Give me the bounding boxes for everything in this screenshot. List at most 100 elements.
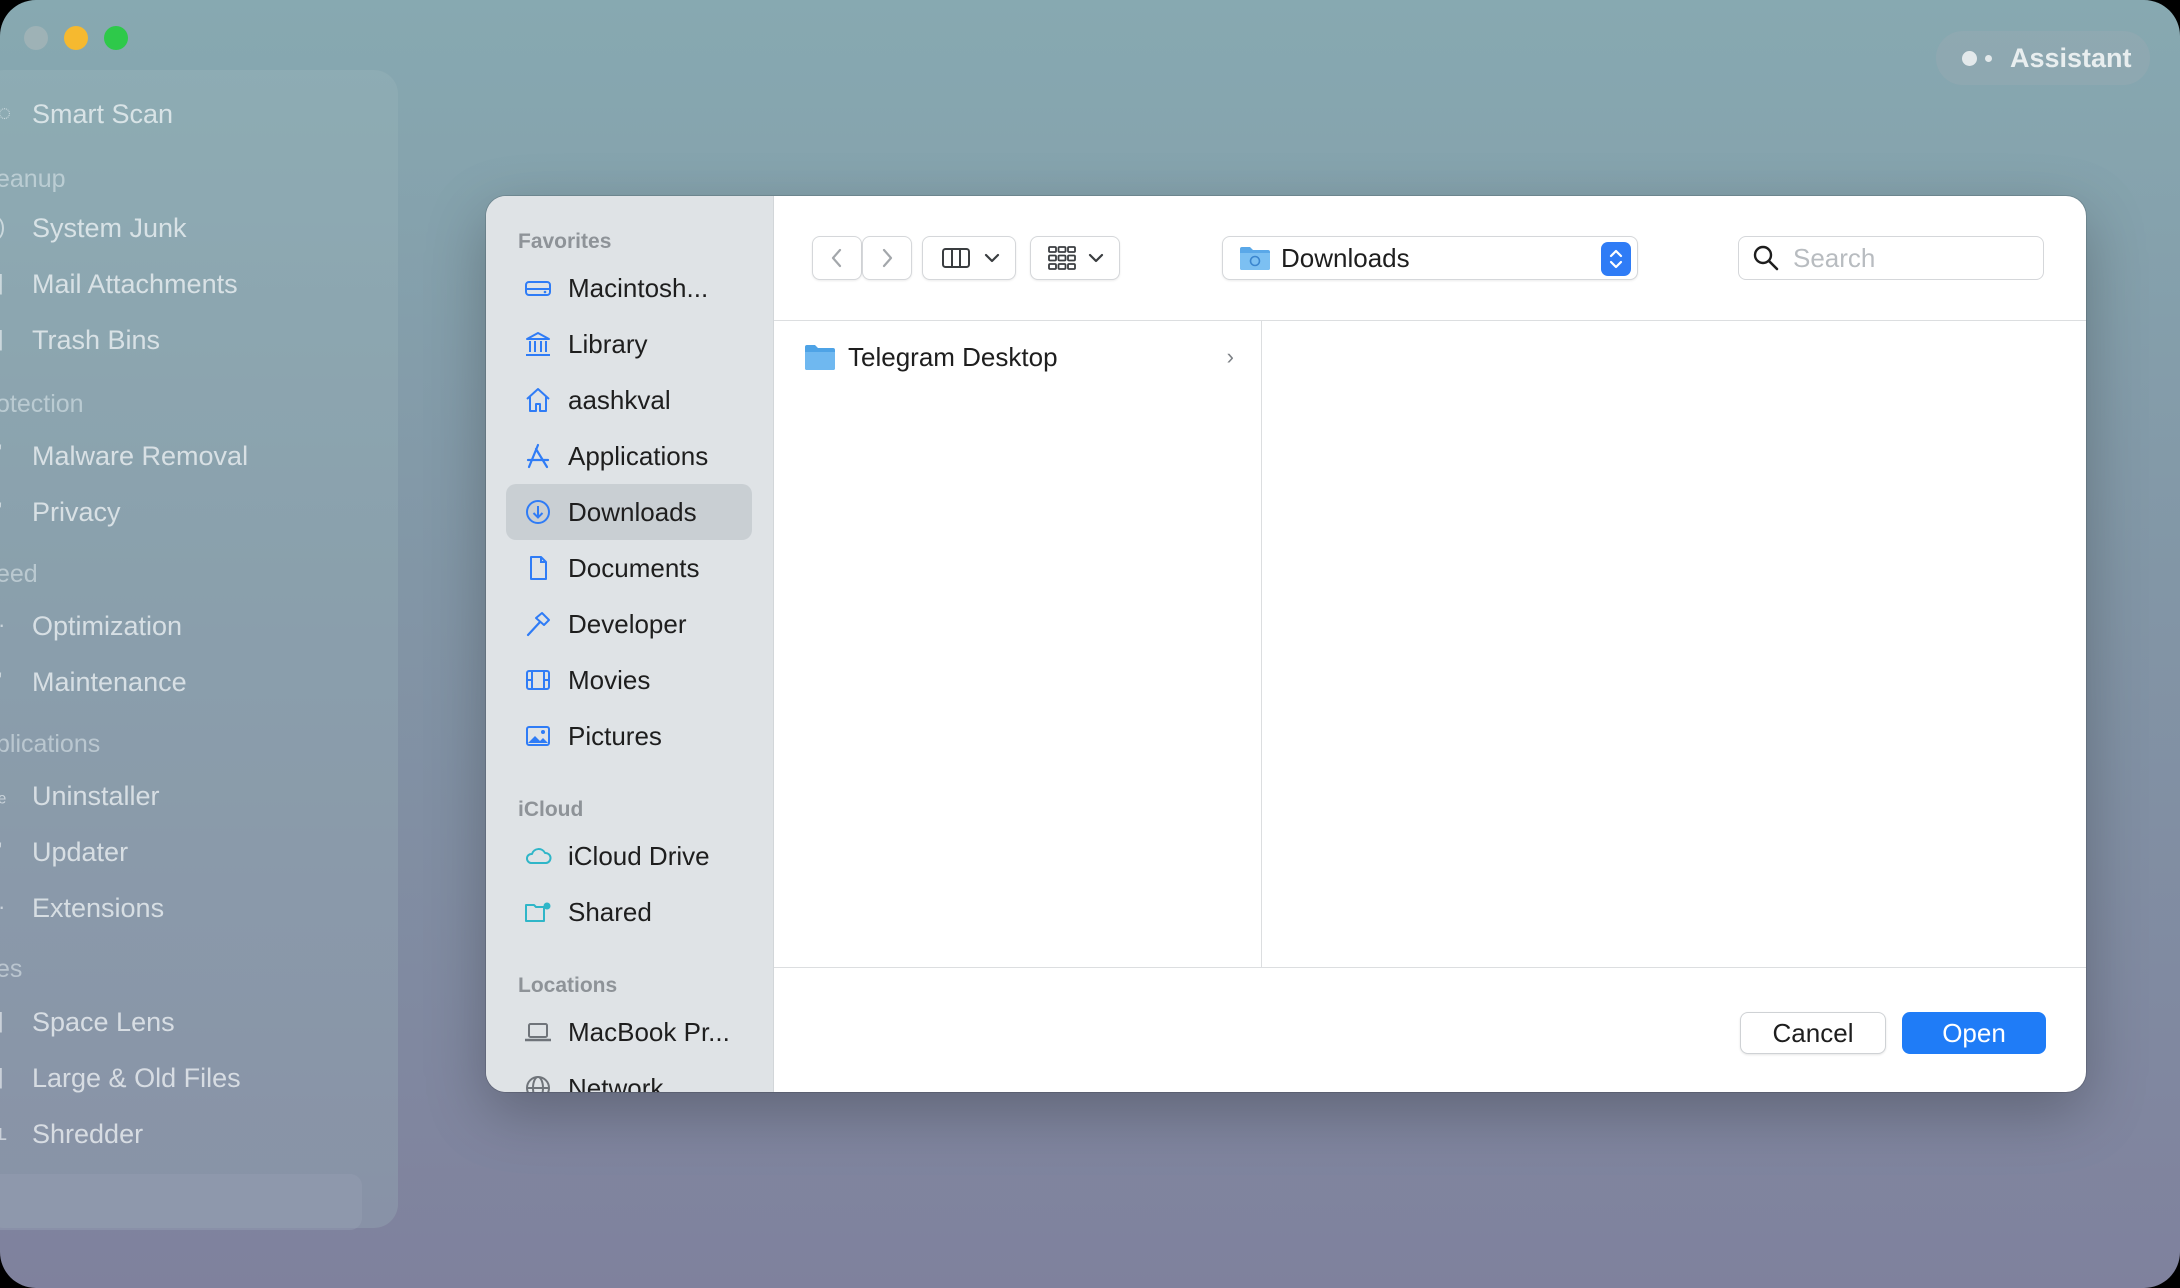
app-sidebar-item-malware-removal[interactable]: Malware Removal bbox=[32, 441, 248, 472]
space-lens-icon: | bbox=[0, 1008, 4, 1033]
cloud-icon bbox=[522, 840, 554, 872]
mail-attachments-icon: | bbox=[0, 270, 4, 295]
app-sidebar-section-applications: plications bbox=[0, 730, 101, 758]
sidebar-item-label: Network bbox=[568, 1072, 664, 1093]
downloads-folder-icon bbox=[1240, 247, 1270, 270]
chevron-right-icon: › bbox=[1226, 344, 1234, 369]
sidebar-item-label: Shared bbox=[568, 896, 652, 927]
chevron-down-icon bbox=[1088, 253, 1104, 263]
popup-stepper-icon bbox=[1601, 242, 1631, 276]
folder-icon bbox=[805, 345, 835, 370]
uninstaller-icon: ₑ bbox=[0, 782, 7, 807]
assistant-button[interactable]: Assistant bbox=[1936, 31, 2150, 85]
laptop-icon bbox=[522, 1016, 554, 1048]
sidebar-item-label: iCloud Drive bbox=[568, 840, 710, 871]
app-sidebar-item-maintenance[interactable]: Maintenance bbox=[32, 667, 187, 698]
applications-icon bbox=[522, 440, 554, 472]
assistant-label: Assistant bbox=[2010, 42, 2132, 73]
file-row-telegram-desktop[interactable]: Telegram Desktop › bbox=[804, 337, 1244, 377]
location-popup[interactable]: Downloads bbox=[1222, 236, 1638, 280]
sidebar-item-macbook[interactable]: MacBook Pr... bbox=[506, 1004, 752, 1060]
app-sidebar-item-mail-attachments[interactable]: Mail Attachments bbox=[32, 269, 238, 300]
sidebar-item-movies[interactable]: Movies bbox=[506, 652, 752, 708]
sidebar-item-applications[interactable]: Applications bbox=[506, 428, 752, 484]
shredder-icon: ʟ bbox=[0, 1120, 7, 1145]
app-sidebar-section-files: es bbox=[0, 955, 23, 983]
view-mode-button[interactable] bbox=[922, 236, 1016, 280]
app-sidebar-item-space-lens[interactable]: Space Lens bbox=[32, 1007, 175, 1038]
large-old-files-icon: | bbox=[0, 1064, 4, 1089]
sidebar-item-developer[interactable]: Developer bbox=[506, 596, 752, 652]
columns-view-icon bbox=[942, 248, 970, 268]
back-button[interactable] bbox=[812, 236, 862, 280]
sidebar-item-label: Documents bbox=[568, 552, 700, 583]
sidebar-item-label: Macintosh... bbox=[568, 272, 709, 303]
sidebar-item-shared[interactable]: Shared bbox=[506, 884, 752, 940]
window-controls bbox=[24, 26, 128, 50]
close-button[interactable] bbox=[24, 26, 48, 50]
sidebar-item-label: Applications bbox=[568, 440, 709, 471]
app-sidebar-item-large-old-files[interactable]: Large & Old Files bbox=[32, 1063, 241, 1094]
grid-icon bbox=[1048, 246, 1076, 270]
chevron-down-icon bbox=[984, 253, 1000, 263]
downloads-icon bbox=[522, 496, 554, 528]
chevron-right-icon bbox=[882, 248, 893, 268]
file-browser: Telegram Desktop › bbox=[774, 320, 2086, 968]
icloud-heading: iCloud bbox=[518, 798, 584, 821]
sidebar-item-label: Pictures bbox=[568, 720, 662, 751]
smart-scan-icon: ◌ bbox=[0, 100, 12, 125]
app-sidebar-item-extensions[interactable]: Extensions bbox=[32, 893, 164, 924]
app-sidebar-section-speed: eed bbox=[0, 560, 38, 588]
sidebar-item-home[interactable]: aashkval bbox=[506, 372, 752, 428]
sidebar-item-label: Library bbox=[568, 328, 648, 359]
sidebar-item-macintosh-hd[interactable]: Macintosh... bbox=[506, 260, 752, 316]
search-placeholder: Search bbox=[1793, 242, 1876, 273]
app-sidebar-item-privacy[interactable]: Privacy bbox=[32, 497, 121, 528]
sidebar-item-documents[interactable]: Documents bbox=[506, 540, 752, 596]
app-sidebar-item-smart-scan[interactable]: Smart Scan bbox=[32, 99, 173, 130]
open-button[interactable]: Open bbox=[1902, 1012, 2046, 1054]
sidebar-item-label: aashkval bbox=[568, 384, 671, 415]
locations-heading: Locations bbox=[518, 974, 618, 997]
group-by-button[interactable] bbox=[1030, 236, 1120, 280]
sidebar-item-label: Developer bbox=[568, 608, 687, 639]
chevron-left-icon bbox=[831, 248, 842, 268]
app-window: Assistant ◌ Smart Scan eanup ) System Ju… bbox=[0, 0, 2180, 1288]
globe-icon bbox=[522, 1072, 554, 1092]
document-icon bbox=[522, 552, 554, 584]
shared-folder-icon bbox=[522, 896, 554, 928]
sidebar-item-pictures[interactable]: Pictures bbox=[506, 708, 752, 764]
app-sidebar-section-protection: otection bbox=[0, 390, 84, 418]
sidebar-item-icloud-drive[interactable]: iCloud Drive bbox=[506, 828, 752, 884]
browser-column-1: Telegram Desktop › bbox=[774, 321, 1262, 967]
app-sidebar-item-updater[interactable]: Updater bbox=[32, 837, 128, 868]
search-icon bbox=[1753, 245, 1779, 271]
system-junk-icon: ) bbox=[0, 214, 5, 240]
malware-removal-icon: ' bbox=[0, 440, 2, 466]
search-field[interactable]: Search bbox=[1738, 236, 2044, 280]
hammer-icon bbox=[522, 608, 554, 640]
home-icon bbox=[522, 384, 554, 416]
cancel-button[interactable]: Cancel bbox=[1740, 1012, 1886, 1054]
app-sidebar-item-shredder[interactable]: Shredder bbox=[32, 1119, 143, 1150]
sidebar-item-library[interactable]: Library bbox=[506, 316, 752, 372]
app-sidebar-item-system-junk[interactable]: System Junk bbox=[32, 213, 187, 244]
app-sidebar-item-uninstaller[interactable]: Uninstaller bbox=[32, 781, 160, 812]
film-icon bbox=[522, 664, 554, 696]
zoom-button[interactable] bbox=[104, 26, 128, 50]
forward-button[interactable] bbox=[862, 236, 912, 280]
dialog-sidebar: Favorites Macintosh... Library aashkval … bbox=[486, 196, 774, 1092]
sidebar-item-downloads[interactable]: Downloads bbox=[506, 484, 752, 540]
minimize-button[interactable] bbox=[64, 26, 88, 50]
optimization-icon: · bbox=[0, 612, 5, 638]
app-sidebar-item-optimization[interactable]: Optimization bbox=[32, 611, 182, 642]
app-sidebar-selection bbox=[0, 1174, 362, 1230]
app-sidebar-item-trash-bins[interactable]: Trash Bins bbox=[32, 325, 160, 356]
sidebar-item-label: Movies bbox=[568, 664, 651, 695]
app-sidebar-section-cleanup: eanup bbox=[0, 165, 66, 193]
updater-icon: ' bbox=[0, 838, 2, 864]
favorites-heading: Favorites bbox=[518, 230, 612, 253]
sidebar-item-network[interactable]: Network bbox=[506, 1060, 752, 1092]
file-name: Telegram Desktop bbox=[848, 341, 1058, 372]
extensions-icon: · bbox=[0, 894, 5, 920]
